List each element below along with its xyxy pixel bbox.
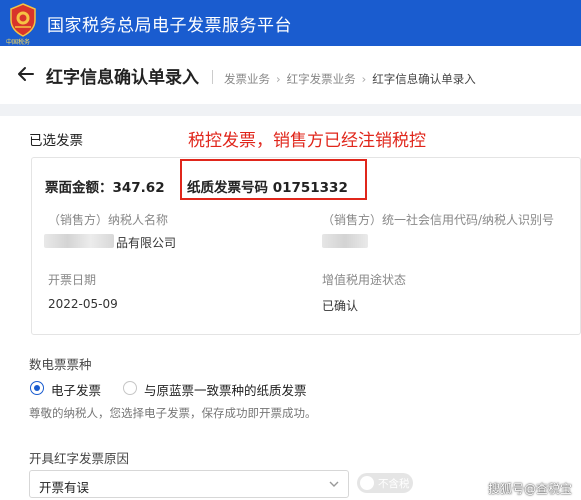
reason-select[interactable]: 开票有误 [29, 470, 349, 498]
redacted-seller-id [322, 234, 368, 248]
invoice-amount: 票面金额：347.62 [45, 180, 165, 196]
radio-paper-invoice-label[interactable]: 与原蓝票一致票种的纸质发票 [144, 380, 307, 399]
radio-electronic-invoice[interactable] [30, 381, 44, 395]
seller-name-label: （销售方）纳税人名称 [48, 213, 169, 227]
chevron-down-icon [329, 481, 339, 487]
seller-id-label: （销售方）统一社会信用代码/纳税人识别号 [322, 213, 555, 227]
platform-title: 国家税务总局电子发票服务平台 [47, 16, 292, 36]
paper-invoice-number: 纸质发票号码 01751332 [187, 180, 348, 196]
breadcrumb-current: 红字信息确认单录入 [372, 72, 476, 86]
seller-name-value: 品有限公司 [116, 236, 177, 250]
watermark: 搜狐号@查税宝 [488, 482, 573, 496]
vat-status-value: 已确认 [322, 299, 359, 313]
reason-label: 开具红字发票原因 [29, 451, 130, 466]
invoice-type-hint: 尊敬的纳税人，您选择电子发票，保存成功即开票成功。 [29, 406, 317, 420]
vat-status-label: 增值税用途状态 [322, 273, 407, 287]
red-annotation: 税控发票，销售方已经注销税控 [188, 131, 426, 151]
breadcrumb-red-invoice-business[interactable]: 红字发票业务 [287, 71, 356, 87]
radio-electronic-invoice-label[interactable]: 电子发票 [51, 380, 101, 399]
section-gap [0, 104, 581, 116]
breadcrumb-separator-icon: › [276, 72, 281, 86]
issue-date-label: 开票日期 [48, 273, 97, 287]
breadcrumb: 发票业务 › 红字发票业务 › 红字信息确认单录入 [224, 71, 476, 87]
toggle-knob [360, 476, 374, 490]
breadcrumb-separator-icon: › [361, 72, 367, 86]
page-title: 红字信息确认单录入 [46, 68, 199, 88]
page-header: 红字信息确认单录入 发票业务 › 红字发票业务 › 红字信息确认单录入 [0, 46, 581, 104]
selected-invoice-heading: 已选发票 [29, 133, 83, 149]
tax-exclusive-toggle[interactable]: 不含税 [357, 473, 413, 493]
redacted-seller-name [44, 234, 114, 248]
invoice-type-label: 数电票票种 [29, 357, 92, 372]
radio-paper-invoice[interactable] [123, 381, 137, 395]
header-divider [212, 70, 213, 84]
main-content: 已选发票 税控发票，销售方已经注销税控 票面金额：347.62 纸质发票号码 0… [13, 116, 581, 500]
tax-emblem-icon [10, 3, 36, 37]
top-bar: 中国税务 国家税务总局电子发票服务平台 [0, 0, 581, 46]
reason-select-value: 开票有误 [39, 480, 90, 495]
breadcrumb-invoice-business[interactable]: 发票业务 [224, 71, 270, 87]
selected-invoice-card: 票面金额：347.62 纸质发票号码 01751332 （销售方）纳税人名称 （… [31, 157, 581, 335]
issue-date-value: 2022-05-09 [48, 297, 118, 311]
toggle-label: 不含税 [378, 478, 410, 490]
emblem-caption: 中国税务 [6, 39, 31, 46]
back-arrow-icon[interactable] [16, 64, 36, 84]
